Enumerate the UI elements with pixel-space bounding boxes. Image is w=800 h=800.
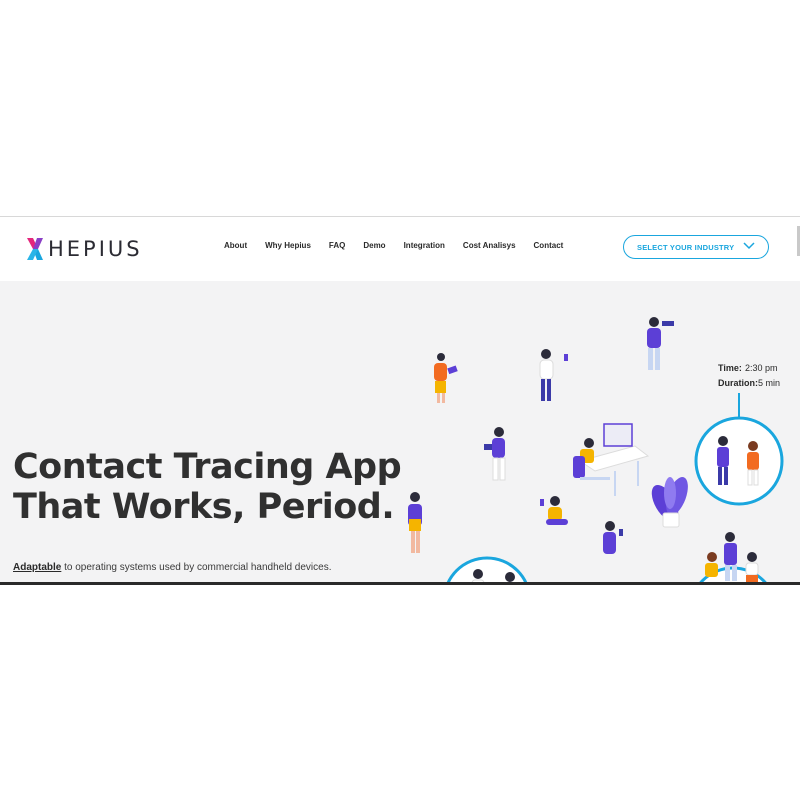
- nav-integration[interactable]: Integration: [404, 241, 445, 250]
- nav-demo[interactable]: Demo: [363, 241, 385, 250]
- top-navbar: HEPIUS About Why Hepius FAQ Demo Integra…: [0, 217, 800, 281]
- main-nav: About Why Hepius FAQ Demo Integration Co…: [224, 241, 581, 250]
- person-phone-illustration: [539, 349, 568, 401]
- potted-plant-illustration: [651, 476, 688, 528]
- hero-headline: Contact Tracing App That Works, Period.: [13, 447, 402, 527]
- brand-name: HEPIUS: [48, 237, 143, 261]
- time-label: Time:: [718, 363, 742, 373]
- person-standing-phone-illustration: [603, 521, 623, 554]
- select-industry-label: SELECT YOUR INDUSTRY: [637, 242, 735, 252]
- adaptable-link[interactable]: Adaptable: [13, 562, 61, 573]
- headline-line-1: Contact Tracing App: [13, 447, 402, 487]
- viewport-bottom-edge: [0, 582, 800, 585]
- hero-subtext: Adaptable to operating systems used by c…: [13, 562, 331, 573]
- person-yellow-phone-illustration: [408, 492, 422, 553]
- group-circle-right-illustration: [698, 532, 768, 583]
- contact-tracing-illustration: Time: 2:30 pm Duration: 5 min: [408, 317, 784, 583]
- nav-contact[interactable]: Contact: [534, 241, 564, 250]
- person-binoculars-illustration: [647, 317, 674, 370]
- group-circle-left-illustration: [446, 556, 528, 583]
- browser-viewport: HEPIUS About Why Hepius FAQ Demo Integra…: [0, 216, 800, 583]
- headline-line-2: That Works, Period.: [13, 487, 395, 527]
- duration-value: 5 min: [758, 378, 780, 388]
- person-tablet-illustration: [484, 427, 506, 481]
- hepius-logo[interactable]: HEPIUS: [26, 234, 143, 264]
- meeting-info-card: Time: 2:30 pm Duration: 5 min: [718, 363, 780, 388]
- person-sitting-illustration: [540, 496, 568, 525]
- person-orange-tablet-illustration: [434, 353, 458, 403]
- select-industry-dropdown[interactable]: SELECT YOUR INDUSTRY: [623, 235, 769, 259]
- desk-workstation-illustration: [573, 423, 650, 496]
- meeting-circle-illustration: [694, 416, 784, 506]
- nav-cost-analisys[interactable]: Cost Analisys: [463, 241, 516, 250]
- hepius-x-logo-icon: [27, 238, 43, 260]
- subtext-rest: to operating systems used by commercial …: [61, 562, 332, 573]
- time-value: 2:30 pm: [745, 363, 778, 373]
- nav-faq[interactable]: FAQ: [329, 241, 345, 250]
- chevron-down-icon: [743, 242, 755, 250]
- nav-why-hepius[interactable]: Why Hepius: [265, 241, 311, 250]
- nav-about[interactable]: About: [224, 241, 247, 250]
- duration-label: Duration:: [718, 378, 758, 388]
